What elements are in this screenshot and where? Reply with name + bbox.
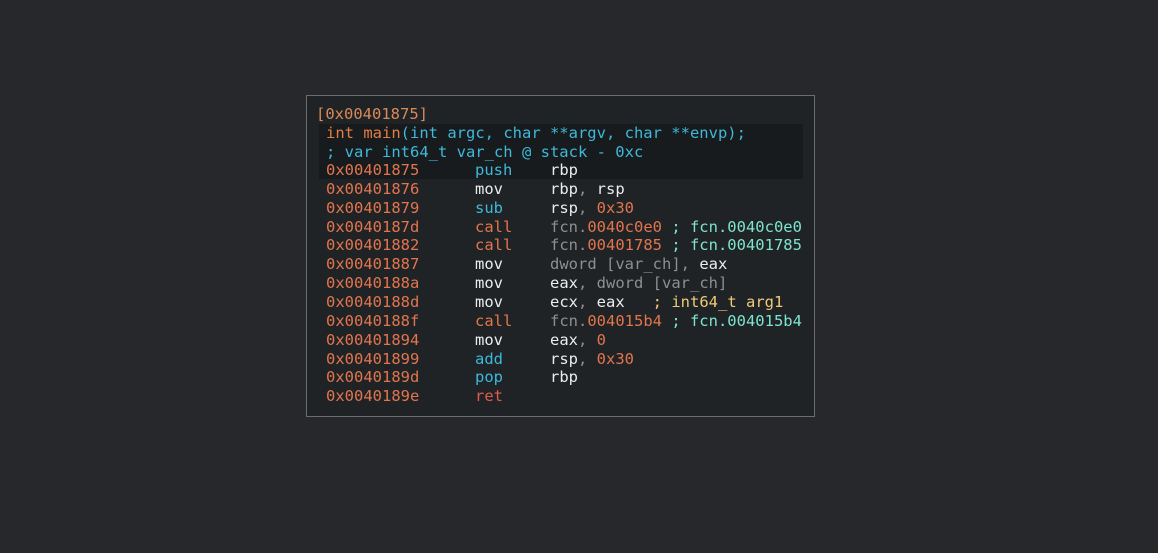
instruction-mnemonic: mov <box>475 292 503 311</box>
operand-token: rsp <box>550 349 578 368</box>
operand-token: ; fcn.00401785 <box>661 236 802 255</box>
instruction-operands: eax, dword [var_ch] <box>550 274 727 293</box>
instruction-mnemonic: sub <box>475 198 503 217</box>
operand-token: 0x30 <box>596 198 634 217</box>
instruction-row[interactable]: 0x00401882 call fcn.00401785 ; fcn.0040178… <box>307 236 814 255</box>
operand-token: , <box>578 179 597 198</box>
instruction-operands: fcn.0040c0e0 ; fcn.0040c0e0 <box>550 218 802 237</box>
operand-token: 0 <box>596 330 607 349</box>
operand-token: , <box>680 255 700 274</box>
operand-token: , <box>578 198 597 217</box>
instruction-operands: rsp, 0x30 <box>550 350 634 369</box>
instruction-row[interactable]: 0x0040189e ret <box>307 387 814 406</box>
instruction-mnemonic: ret <box>475 387 503 406</box>
instruction-address[interactable]: 0x00401876 <box>326 180 419 199</box>
instruction-mnemonic: mov <box>475 255 503 274</box>
operand-token: ; fcn.0040c0e0 <box>661 217 802 236</box>
instruction-row[interactable]: 0x00401876 mov rbp, rsp <box>307 180 814 199</box>
instruction-operands: eax, 0 <box>550 331 606 350</box>
instruction-address[interactable]: 0x0040188f <box>326 312 419 331</box>
operand-token: 0040c0e0 <box>587 217 662 236</box>
instruction-row[interactable]: 0x00401899 add rsp, 0x30 <box>307 350 814 369</box>
instruction-address[interactable]: 0x00401899 <box>326 350 419 369</box>
operand-token: eax <box>550 274 578 293</box>
instruction-row[interactable]: 0x0040188d mov ecx, eax ; int64_t arg1 <box>307 293 814 312</box>
operand-token: , dword [var_ch] <box>578 274 728 293</box>
instruction-row[interactable]: 0x0040189d pop rbp <box>307 368 814 387</box>
block-title: [0x00401875] <box>316 105 428 123</box>
instruction-mnemonic: call <box>475 311 513 330</box>
instruction-address[interactable]: 0x00401882 <box>326 236 419 255</box>
operand-token: ; fcn.004015b4 <box>661 311 802 330</box>
function-signature: int main(int argc, char **argv, char **e… <box>326 124 746 143</box>
instruction-operands: rbp <box>550 368 578 387</box>
instruction-address[interactable]: 0x00401887 <box>326 255 419 274</box>
operand-token: eax <box>699 255 728 274</box>
function-args: (int argc, char **argv, char **envp); <box>400 124 746 142</box>
instruction-row[interactable]: 0x00401894 mov eax, 0 <box>307 331 814 350</box>
instruction-address[interactable]: 0x00401879 <box>326 199 419 218</box>
operand-token: fcn. <box>550 217 588 236</box>
instruction-address[interactable]: 0x0040187d <box>326 218 419 237</box>
operand-token: , <box>578 292 597 311</box>
operand-token: rbp <box>550 161 578 179</box>
operand-token: ecx <box>550 292 578 311</box>
instruction-mnemonic: call <box>475 217 513 236</box>
var-comment: ; var int64_t var_ch @ stack - 0xc <box>326 143 644 161</box>
operand-token: rbp <box>550 179 578 198</box>
operand-token: dword [var_ch] <box>550 255 681 274</box>
instruction-operands: rsp, 0x30 <box>550 199 634 218</box>
operand-token: 004015b4 <box>587 311 662 330</box>
instruction-operands: rbp <box>550 161 578 180</box>
instruction-mnemonic: mov <box>475 274 503 293</box>
instruction-address[interactable]: 0x0040188d <box>326 293 419 312</box>
instruction-mnemonic: mov <box>475 179 503 198</box>
disassembly-block[interactable]: [0x00401875] int main(int argc, char **a… <box>306 95 815 417</box>
operand-token: ; int64_t arg1 <box>624 292 784 311</box>
instruction-mnemonic: add <box>475 349 503 368</box>
instruction-row[interactable]: 0x0040188a mov eax, dword [var_ch] <box>307 274 814 293</box>
operand-token: fcn. <box>550 311 588 330</box>
instruction-address[interactable]: 0x0040189e <box>326 387 419 406</box>
instruction-row[interactable]: 0x0040187d call fcn.0040c0e0 ; fcn.0040c0e… <box>307 218 814 237</box>
return-type: int <box>326 124 354 142</box>
operand-token: fcn. <box>550 236 588 255</box>
instruction-address[interactable]: 0x0040188a <box>326 274 419 293</box>
instruction-row[interactable]: 0x00401887 mov dword [var_ch], eax <box>307 255 814 274</box>
operand-token: , <box>578 330 597 349</box>
operand-token: rbp <box>550 368 578 387</box>
instruction-mnemonic: call <box>475 236 513 255</box>
function-name: main <box>363 124 401 142</box>
instruction-operands: rbp, rsp <box>550 180 625 199</box>
operand-token: rsp <box>596 179 625 198</box>
instruction-operands: fcn.00401785 ; fcn.00401785 <box>550 236 802 255</box>
operand-token: eax <box>596 292 625 311</box>
instruction-address[interactable]: 0x00401875 <box>326 161 419 180</box>
operand-token: 0x30 <box>596 349 634 368</box>
instruction-operands: ecx, eax ; int64_t arg1 <box>550 293 783 312</box>
operand-token: 00401785 <box>587 236 662 255</box>
instruction-operands: fcn.004015b4 ; fcn.004015b4 <box>550 312 802 331</box>
instruction-mnemonic: push <box>475 161 513 179</box>
operand-token: eax <box>550 330 578 349</box>
instruction-mnemonic: pop <box>475 368 503 387</box>
instruction-row[interactable]: 0x0040188f call fcn.004015b4 ; fcn.004015b… <box>307 312 814 331</box>
instruction-address[interactable]: 0x00401894 <box>326 331 419 350</box>
instruction-row[interactable]: 0x00401879 sub rsp, 0x30 <box>307 199 814 218</box>
instruction-row[interactable]: 0x00401875 push rbp <box>307 161 814 180</box>
operand-token: rsp <box>550 198 578 217</box>
instruction-mnemonic: mov <box>475 330 503 349</box>
operand-token: , <box>578 349 597 368</box>
instruction-operands: dword [var_ch], eax <box>550 255 727 274</box>
instruction-address[interactable]: 0x0040189d <box>326 368 419 387</box>
